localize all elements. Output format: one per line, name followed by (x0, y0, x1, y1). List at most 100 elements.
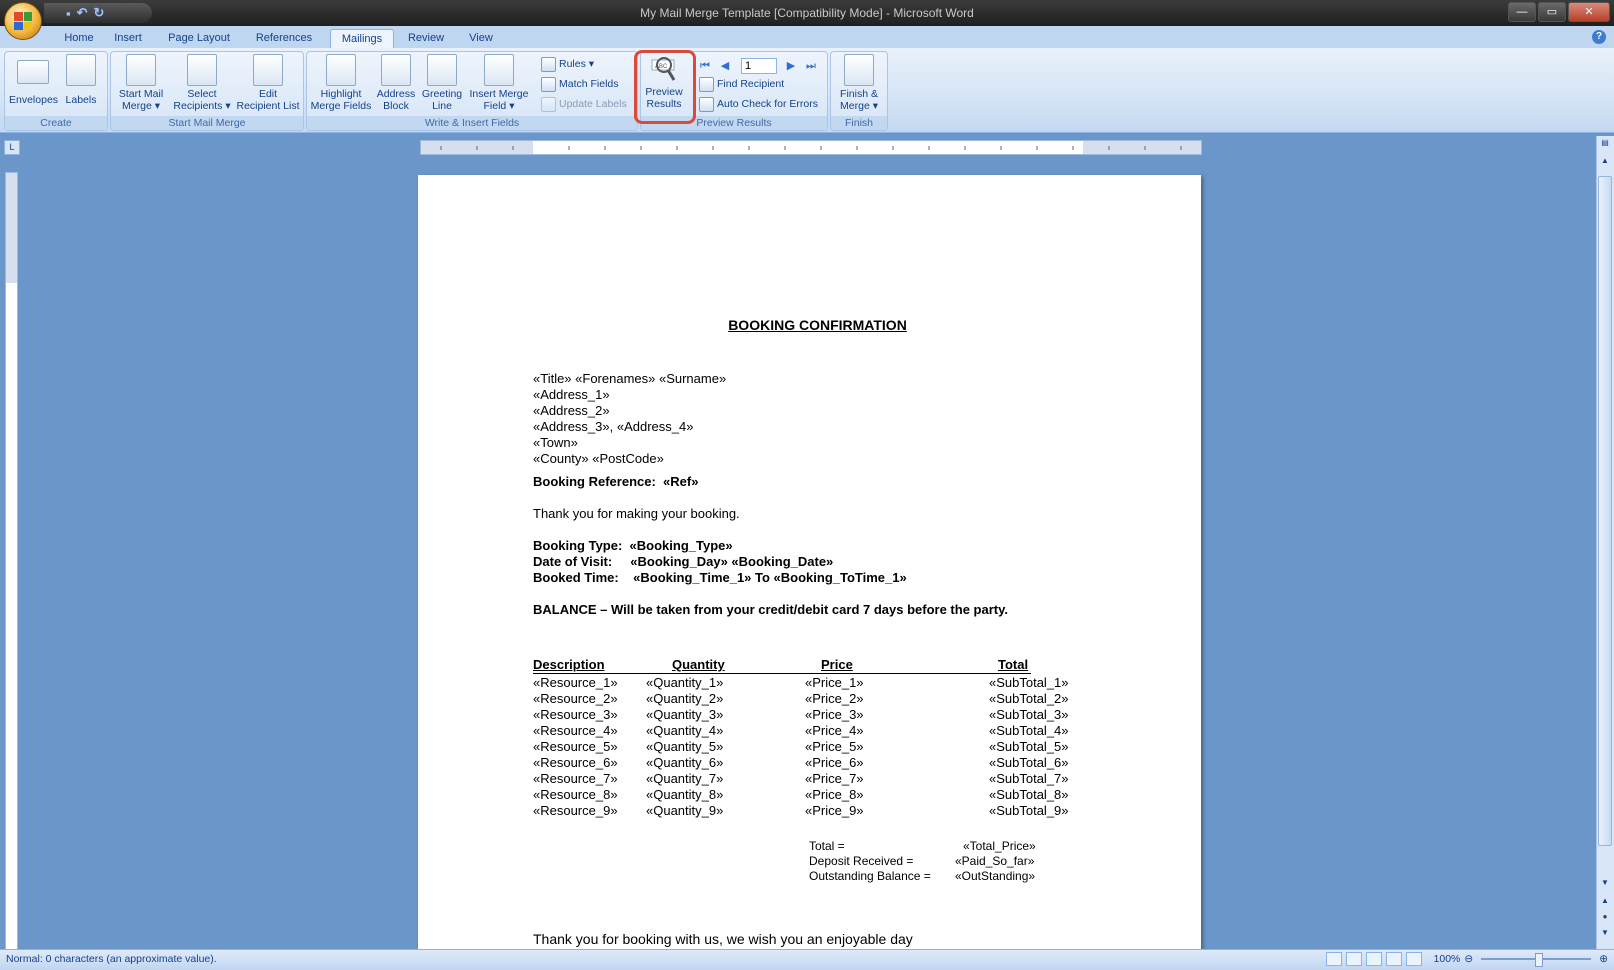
table-header-total: Total (998, 657, 1029, 672)
match-fields-button[interactable]: Match Fields (541, 76, 619, 92)
greeting-line-button[interactable]: Greeting Line (419, 54, 465, 112)
table-header-price: Price (821, 657, 853, 672)
vertical-scrollbar[interactable]: ▤ ▲ ▼ ▲ ● ▼ (1596, 136, 1614, 949)
select-recipients-button[interactable]: Select Recipients ▾ (171, 54, 233, 112)
labels-icon (66, 54, 96, 86)
total-row: Total = «Total_Price» (809, 839, 1036, 853)
group-finish: Finish & Merge ▾ Finish (830, 51, 888, 131)
draft-view-icon[interactable] (1405, 952, 1422, 966)
document-page[interactable]: BOOKING CONFIRMATION «Title» «Forenames»… (418, 175, 1201, 949)
next-record-icon[interactable]: ▶ (783, 58, 799, 74)
tab-selector[interactable]: L (4, 140, 20, 155)
table-header-description: Description (533, 657, 605, 672)
address-line: «Title» «Forenames» «Surname» (533, 371, 727, 386)
group-label-finish: Finish (831, 116, 887, 130)
rules-button[interactable]: Rules ▾ (541, 56, 594, 72)
zoom-out-icon[interactable]: ⊖ (1464, 953, 1473, 965)
print-layout-view-icon[interactable] (1325, 952, 1342, 966)
last-record-icon[interactable]: ⏭ (803, 58, 819, 74)
web-layout-view-icon[interactable] (1365, 952, 1382, 966)
totals-block: Total = «Total_Price» Deposit Received =… (809, 839, 1036, 884)
finish-merge-button[interactable]: Finish & Merge ▾ (833, 54, 885, 112)
booking-reference: Booking Reference: «Ref» (533, 474, 699, 489)
group-create: Envelopes Labels Create (4, 51, 108, 131)
address-line: «Town» (533, 435, 578, 450)
office-button[interactable] (4, 2, 42, 40)
table-header-rule (533, 673, 1031, 674)
address-line: «Address_1» (533, 387, 610, 402)
close-button[interactable]: ✕ (1568, 2, 1610, 22)
minimize-button[interactable]: — (1508, 2, 1536, 22)
next-page-icon[interactable]: ▼ (1598, 926, 1612, 940)
group-start-mail-merge: Start Mail Merge ▾ Select Recipients ▾ E… (110, 51, 304, 131)
tab-view[interactable]: View (462, 29, 500, 48)
labels-button[interactable]: Labels (61, 54, 101, 106)
highlight-merge-fields-button[interactable]: Highlight Merge Fields (309, 54, 373, 112)
date-of-visit: Date of Visit: «Booking_Day» «Booking_Da… (533, 554, 834, 569)
zoom-slider[interactable] (1481, 953, 1592, 967)
zoom-level[interactable]: 100% (1434, 953, 1461, 965)
balance-note: BALANCE – Will be taken from your credit… (533, 602, 1008, 617)
address-block-icon (381, 54, 411, 86)
previous-record-icon[interactable]: ◀ (717, 58, 733, 74)
find-icon (699, 76, 714, 92)
outstanding-row: Outstanding Balance = «OutStanding» (809, 869, 1036, 883)
help-icon[interactable]: ? (1592, 30, 1606, 44)
zoom-slider-thumb[interactable] (1535, 953, 1544, 967)
edit-recipient-list-button[interactable]: Edit Recipient List (235, 54, 301, 112)
window-title: My Mail Merge Template [Compatibility Mo… (640, 6, 974, 20)
previous-page-icon[interactable]: ▲ (1598, 894, 1612, 908)
booked-time: Booked Time: «Booking_Time_1» To «Bookin… (533, 570, 907, 585)
auto-check-errors-button[interactable]: Auto Check for Errors (699, 96, 818, 112)
tab-review[interactable]: Review (404, 29, 448, 48)
ruler-ticks (440, 146, 1182, 150)
tab-home[interactable]: Home (56, 29, 102, 48)
ribbon: Envelopes Labels Create Start Mail Merge… (0, 48, 1614, 133)
tab-mailings[interactable]: Mailings (330, 29, 394, 49)
update-labels-button[interactable]: Update Labels (541, 96, 627, 112)
ruler-toggle-icon[interactable]: ▤ (1598, 136, 1612, 150)
select-browse-object-icon[interactable]: ● (1598, 910, 1612, 924)
outline-view-icon[interactable] (1385, 952, 1402, 966)
preview-results-highlight (634, 50, 696, 124)
status-text: Normal: 0 characters (an approximate val… (6, 953, 217, 965)
tab-references[interactable]: References (252, 29, 316, 48)
first-record-icon[interactable]: ⏮ (697, 58, 713, 74)
insert-field-icon (484, 54, 514, 86)
rules-icon (541, 56, 556, 72)
scroll-down-icon[interactable]: ▼ (1598, 876, 1612, 890)
vertical-ruler[interactable] (5, 172, 18, 952)
scrollbar-thumb[interactable] (1598, 176, 1612, 846)
scroll-up-icon[interactable]: ▲ (1598, 154, 1612, 168)
group-label-create: Create (5, 116, 107, 130)
ribbon-tabs: Home Insert Page Layout References Maili… (0, 26, 1614, 49)
envelopes-button[interactable]: Envelopes (9, 54, 58, 106)
closing-text: Thank you for booking with us, we wish y… (533, 931, 913, 947)
tab-page-layout[interactable]: Page Layout (164, 29, 234, 48)
greeting-line-icon (427, 54, 457, 86)
zoom-in-icon[interactable]: ⊕ (1599, 953, 1608, 965)
address-block: «Title» «Forenames» «Surname» «Address_1… (533, 371, 726, 467)
horizontal-ruler[interactable] (420, 140, 1202, 155)
maximize-button[interactable]: ▭ (1538, 2, 1566, 22)
match-fields-icon (541, 76, 556, 92)
deposit-row: Deposit Received = «Paid_So_far» (809, 854, 1035, 868)
insert-merge-field-button[interactable]: Insert Merge Field ▾ (467, 54, 531, 112)
group-label-start-mail-merge: Start Mail Merge (111, 116, 303, 130)
tab-insert[interactable]: Insert (108, 29, 148, 48)
record-number-input[interactable]: 1 (741, 58, 777, 74)
start-mail-merge-button[interactable]: Start Mail Merge ▾ (113, 54, 169, 112)
booking-type: Booking Type: «Booking_Type» (533, 538, 733, 553)
find-recipient-button[interactable]: Find Recipient (699, 76, 784, 92)
address-block-button[interactable]: Address Block (375, 54, 417, 112)
finish-merge-icon (844, 54, 874, 86)
edit-list-icon (253, 54, 283, 86)
group-write-insert-fields: Highlight Merge Fields Address Block Gre… (306, 51, 638, 131)
envelope-icon (17, 60, 49, 84)
full-screen-reading-view-icon[interactable] (1345, 952, 1362, 966)
address-line: «Address_3», «Address_4» (533, 419, 694, 434)
recipients-icon (187, 54, 217, 86)
document-title: BOOKING CONFIRMATION (728, 317, 907, 333)
address-line: «Address_2» (533, 403, 610, 418)
title-bar: ▪ ↶ ↻ My Mail Merge Template [Compatibil… (0, 0, 1614, 26)
